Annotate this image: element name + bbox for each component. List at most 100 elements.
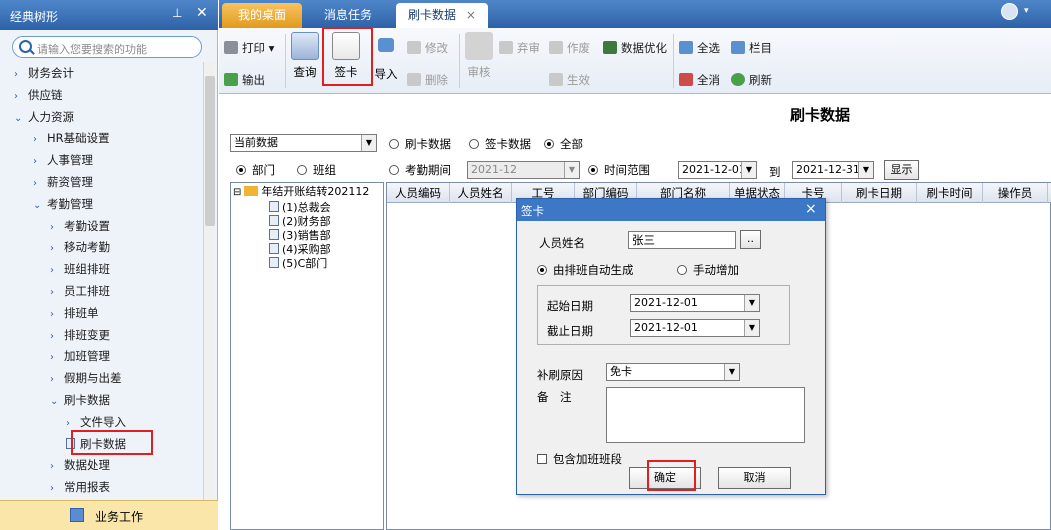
sidebar-item[interactable]: › 人事管理 — [33, 150, 93, 170]
sidebar-item[interactable]: › 文件导入 — [66, 412, 126, 432]
audit-button[interactable]: 审核 — [463, 32, 495, 80]
sidebar-item[interactable]: › 考勤设置 — [50, 216, 110, 236]
modify-label: 修改 — [425, 41, 448, 55]
org-tree-item[interactable]: (5)C部门 — [269, 255, 327, 271]
cancel-button[interactable]: 取消 — [718, 467, 791, 489]
radio-dept[interactable]: 部门 — [236, 162, 275, 178]
end-date-select[interactable]: 2021-12-01 ▼ — [630, 319, 760, 337]
sidebar-item[interactable]: › 数据处理 — [50, 455, 110, 475]
radio-period[interactable]: 考勤期间 — [389, 162, 451, 178]
column-header[interactable]: 刷卡时间 — [917, 183, 983, 203]
sidebar-item[interactable]: › 供应链 — [14, 85, 63, 105]
document-icon — [269, 229, 279, 240]
deselect-all-button[interactable]: 全消 — [679, 72, 720, 88]
search-input[interactable]: 请输入您要搜索的功能 — [12, 36, 202, 58]
user-avatar-icon[interactable] — [1001, 3, 1018, 20]
sidebar-item[interactable]: › 常用报表 — [50, 477, 110, 497]
folder-icon — [244, 186, 259, 196]
start-date-select[interactable]: 2021-12-01 ▼ — [630, 294, 760, 312]
radio-auto-generate[interactable]: 由排班自动生成 — [537, 262, 634, 278]
divider — [285, 34, 286, 88]
chevron-down-icon: ⌄ — [14, 112, 23, 124]
sidebar-item-label: 供应链 — [28, 87, 63, 102]
select-all-button[interactable]: 全选 — [679, 40, 720, 56]
sidebar-item-label: 考勤管理 — [47, 196, 93, 211]
date-to-select[interactable]: 2021-12-31 ▼ — [792, 161, 874, 179]
radio-all[interactable]: 全部 — [544, 136, 583, 152]
business-work-label: 业务工作 — [95, 510, 144, 524]
radio-sign-data[interactable]: 签卡数据 — [469, 136, 531, 152]
sidebar-item-label: 考勤设置 — [64, 218, 110, 233]
dialog-close-icon[interactable]: × — [805, 201, 817, 217]
tab-label: 消息任务 — [323, 8, 372, 22]
radio-group[interactable]: 班组 — [297, 162, 336, 178]
org-root-label: 年结开账结转202112 — [261, 185, 370, 198]
dialog-titlebar[interactable]: 签卡 × — [517, 199, 825, 221]
name-field[interactable]: 张三 — [628, 231, 736, 249]
radio-icon — [588, 165, 598, 175]
pin-icon[interactable]: ⊥ — [172, 6, 182, 20]
business-work-bar[interactable]: 业务工作 — [0, 500, 218, 530]
export-label: 输出 — [242, 73, 265, 87]
query-button[interactable]: 查询 — [289, 32, 321, 80]
sidebar-item[interactable]: › 薪资管理 — [33, 172, 93, 192]
data-optimize-button[interactable]: 数据优化 — [603, 40, 667, 56]
chevron-down-icon: ⌄ — [50, 396, 59, 407]
include-overtime-checkbox[interactable]: 包含加班班段 — [537, 451, 622, 467]
column-header[interactable]: 刷卡日期 — [842, 183, 917, 203]
tab-card-data[interactable]: 刷卡数据 × — [396, 3, 488, 28]
sidebar-item[interactable]: ⌄ 刷卡数据 — [50, 390, 110, 410]
import-icon — [378, 38, 394, 52]
sidebar-item[interactable]: ⌄ 考勤管理 — [33, 194, 93, 214]
sidebar-scrollbar[interactable] — [203, 62, 215, 500]
abandon-audit-button[interactable]: 弃审 — [499, 40, 540, 56]
void-button[interactable]: 作废 — [549, 40, 590, 56]
scrollbar-thumb[interactable] — [205, 76, 215, 226]
print-button[interactable]: 打印 ▾ — [224, 40, 274, 56]
chevron-right-icon: › — [50, 483, 54, 495]
sidebar-item[interactable]: › 移动考勤 — [50, 237, 110, 257]
delete-button[interactable]: 删除 — [407, 72, 448, 88]
collapse-icon[interactable]: ⊟ — [233, 187, 241, 198]
browse-button[interactable]: .. — [740, 230, 761, 249]
close-icon[interactable]: ✕ — [196, 5, 208, 21]
column-header[interactable]: 人员姓名 — [450, 183, 512, 203]
sidebar-item[interactable]: › 排班变更 — [50, 325, 110, 345]
radio-time-range[interactable]: 时间范围 — [588, 162, 650, 178]
sidebar-item[interactable]: › 加班管理 — [50, 346, 110, 366]
remark-label: 备 注 — [537, 390, 572, 404]
sidebar-item[interactable]: › 排班单 — [50, 303, 99, 323]
column-header[interactable]: 人员编码 — [387, 183, 450, 203]
radio-card-data[interactable]: 刷卡数据 — [389, 136, 451, 152]
remark-textarea[interactable] — [606, 387, 805, 443]
refresh-button[interactable]: 刷新 — [731, 72, 772, 88]
reason-select[interactable]: 免卡 ▼ — [606, 363, 740, 381]
tab-messages[interactable]: 消息任务 — [307, 3, 389, 28]
date-from-select[interactable]: 2021-12-01 ▼ — [678, 161, 757, 179]
columns-button[interactable]: 栏目 — [731, 40, 772, 56]
magnifier-icon — [291, 32, 319, 60]
modify-button[interactable]: 修改 — [407, 40, 448, 56]
column-header[interactable]: 操作员 — [983, 183, 1048, 203]
period-select[interactable]: 2021-12 ▼ — [467, 161, 580, 179]
date-group: 起始日期 2021-12-01 ▼ 截止日期 2021-12-01 ▼ — [537, 285, 790, 345]
show-button[interactable]: 显示 — [884, 160, 919, 180]
radio-manual-add[interactable]: 手动增加 — [677, 262, 739, 278]
sidebar-item[interactable]: › 员工排班 — [50, 281, 110, 301]
sidebar-item[interactable]: › 财务会计 — [14, 63, 74, 83]
tab-desktop[interactable]: 我的桌面 — [222, 3, 302, 28]
tab-close-icon[interactable]: × — [466, 8, 476, 22]
refresh-label: 刷新 — [749, 73, 772, 87]
chevron-down-icon[interactable]: ▾ — [1024, 6, 1029, 16]
effective-label: 生效 — [567, 73, 590, 87]
radio-label: 全部 — [560, 137, 583, 151]
export-button[interactable]: 输出 — [224, 72, 265, 88]
sidebar-item[interactable]: ⌄ 人力资源 — [14, 107, 74, 127]
import-button[interactable]: 导入 — [371, 38, 401, 82]
sidebar-item[interactable]: › HR基础设置 — [33, 128, 110, 148]
effective-button[interactable]: 生效 — [549, 72, 590, 88]
org-tree-root[interactable]: ⊟ 年结开账结转202112 — [233, 183, 369, 199]
sidebar-item[interactable]: › 假期与出差 — [50, 368, 122, 388]
data-scope-select[interactable]: 当前数据 ▼ — [230, 134, 377, 152]
sidebar-item[interactable]: › 班组排班 — [50, 259, 110, 279]
